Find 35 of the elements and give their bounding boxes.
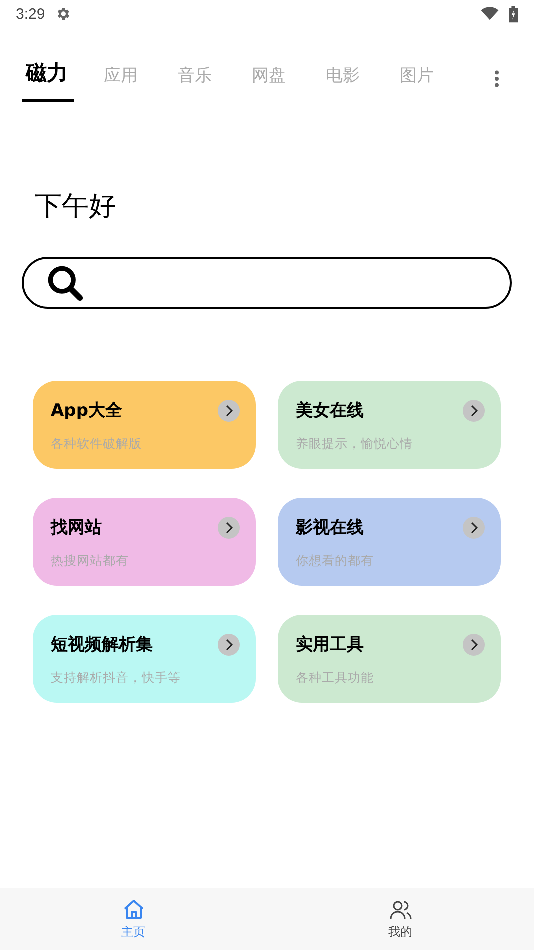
card-title: 找网站 bbox=[51, 517, 102, 539]
card-title: App大全 bbox=[51, 400, 122, 422]
card-title: 美女在线 bbox=[296, 400, 364, 422]
tab[interactable]: 磁力 bbox=[22, 59, 74, 102]
status-time: 3:29 bbox=[16, 6, 46, 22]
card-subtitle: 热搜网站都有 bbox=[51, 553, 130, 570]
card-subtitle: 各种工具功能 bbox=[296, 670, 375, 687]
greeting: 下午好 bbox=[35, 190, 117, 224]
chevron-right-icon bbox=[463, 400, 485, 422]
category-card[interactable]: App大全 各种软件破解版 bbox=[33, 381, 256, 469]
chevron-right-icon bbox=[218, 400, 240, 422]
card-subtitle: 你想看的都有 bbox=[296, 553, 375, 570]
category-card[interactable]: 找网站 热搜网站都有 bbox=[33, 498, 256, 586]
search-icon bbox=[46, 264, 84, 302]
home-icon bbox=[122, 898, 146, 922]
card-subtitle: 支持解析抖音，快手等 bbox=[51, 670, 182, 687]
chevron-right-icon bbox=[463, 634, 485, 656]
chevron-right-icon bbox=[463, 516, 485, 538]
wifi-icon bbox=[481, 7, 499, 21]
card-title: 短视频解析集 bbox=[51, 634, 153, 656]
category-card[interactable]: 短视频解析集 支持解析抖音，快手等 bbox=[33, 615, 256, 703]
settings-icon bbox=[55, 6, 72, 22]
chevron-right-icon bbox=[218, 634, 240, 656]
nav-tab[interactable]: 我的 bbox=[267, 888, 534, 950]
battery-icon bbox=[509, 6, 518, 22]
category-card[interactable]: 影视在线 你想看的都有 bbox=[278, 498, 501, 586]
search-field[interactable] bbox=[22, 257, 512, 309]
card-title: 影视在线 bbox=[296, 517, 364, 539]
more-icon[interactable] bbox=[494, 70, 500, 88]
category-card[interactable]: 实用工具 各种工具功能 bbox=[278, 615, 501, 703]
card-title: 实用工具 bbox=[296, 634, 364, 656]
category-card[interactable]: 美女在线 养眼提示，愉悦心情 bbox=[278, 381, 501, 469]
chevron-right-icon bbox=[218, 516, 240, 538]
card-subtitle: 养眼提示，愉悦心情 bbox=[296, 436, 414, 453]
card-subtitle: 各种软件破解版 bbox=[51, 436, 143, 453]
